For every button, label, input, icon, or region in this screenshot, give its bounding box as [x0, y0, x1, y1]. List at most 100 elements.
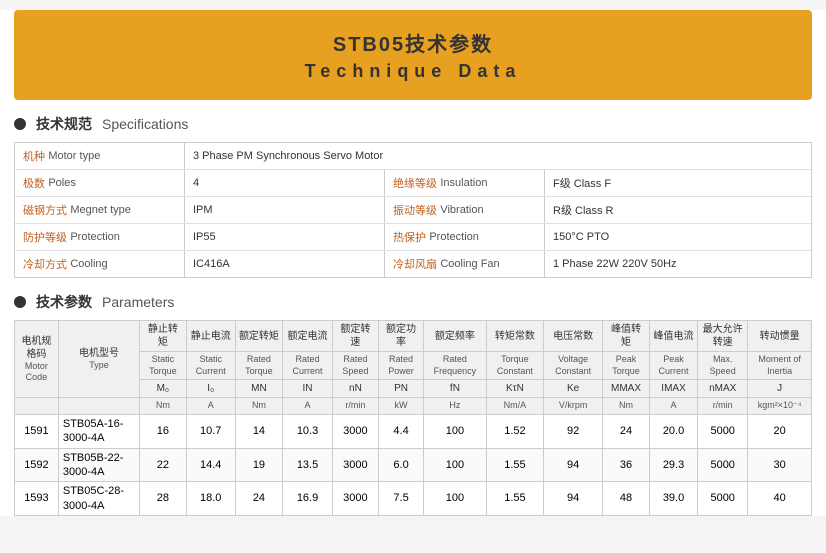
- bullet-icon-2: [14, 296, 26, 308]
- data-cell: 24: [603, 415, 650, 449]
- col-header-cn: 额定功率: [378, 321, 423, 352]
- spec-label: 磁钢方式 Megnet type: [15, 197, 185, 223]
- col-header-unit: Nm/A: [486, 398, 544, 415]
- data-cell: 20: [748, 415, 812, 449]
- params-table-container: 电机规格码Motor Code电机型号Type静止转矩静止电流额定转矩额定电流额…: [14, 320, 812, 516]
- data-cell: 1.52: [486, 415, 544, 449]
- col-header-en: Rated Frequency: [424, 352, 486, 380]
- col-header-unit: kW: [378, 398, 423, 415]
- data-cell: 13.5: [283, 448, 333, 482]
- motor-code-cell: 1591: [15, 415, 59, 449]
- col-header-sym: IMAX: [649, 380, 697, 398]
- data-cell: 48: [603, 482, 650, 516]
- data-cell: 100: [424, 482, 486, 516]
- spec-label: 冷却方式 Cooling: [15, 251, 185, 277]
- col-header-sym: M₀: [140, 380, 187, 398]
- data-cell: 94: [544, 448, 603, 482]
- col-header-sym: IN: [283, 380, 333, 398]
- motor-type-cell: STB05B-22-3000-4A: [58, 448, 139, 482]
- col-header-en: Moment of Inertia: [748, 352, 812, 380]
- data-cell: 6.0: [378, 448, 423, 482]
- data-cell: 28: [140, 482, 187, 516]
- col-header-sym: Ke: [544, 380, 603, 398]
- table-row: 1591STB05A-16-3000-4A1610.71410.330004.4…: [15, 415, 812, 449]
- spec-value: IP55: [185, 224, 385, 250]
- data-cell: 22: [140, 448, 187, 482]
- col-header-en: Static Current: [186, 352, 235, 380]
- data-cell: 39.0: [649, 482, 697, 516]
- spec-row: 磁钢方式 Megnet type IPM 振动等级 Vibration R级 C…: [15, 197, 811, 224]
- data-cell: 10.7: [186, 415, 235, 449]
- col-header-sym: I₀: [186, 380, 235, 398]
- motor-type-cell: STB05A-16-3000-4A: [58, 415, 139, 449]
- col-header-en: Rated Torque: [235, 352, 282, 380]
- col-header-cn: 转动惯量: [748, 321, 812, 352]
- data-cell: 24: [235, 482, 282, 516]
- col-header-cn: 额定转速: [332, 321, 378, 352]
- spec-label2: 冷却风扇 Cooling Fan: [385, 251, 545, 277]
- data-cell: 1.55: [486, 448, 544, 482]
- data-cell: 19: [235, 448, 282, 482]
- data-cell: 4.4: [378, 415, 423, 449]
- spec-label: 机种 Motor type: [15, 143, 185, 169]
- data-cell: 7.5: [378, 482, 423, 516]
- col-header-en: Rated Current: [283, 352, 333, 380]
- header-title-cn: STB05技术参数: [34, 28, 792, 57]
- spec-label2: 绝缘等级 Insulation: [385, 170, 545, 196]
- col-header-en: Torque Constant: [486, 352, 544, 380]
- col-header-unit: kgm²×10⁻⁴: [748, 398, 812, 415]
- col-header-sym: nMAX: [698, 380, 748, 398]
- col-header-en: Peak Torque: [603, 352, 650, 380]
- specs-title-en: Specifications: [102, 116, 188, 132]
- data-cell: 20.0: [649, 415, 697, 449]
- col-header-en: Max. Speed: [698, 352, 748, 380]
- spec-value-full: 3 Phase PM Synchronous Servo Motor: [185, 143, 811, 169]
- data-cell: 100: [424, 448, 486, 482]
- col-header-unit: A: [283, 398, 333, 415]
- col-header-en: Rated Power: [378, 352, 423, 380]
- page: STB05技术参数 Technique Data 技术规范 Specificat…: [0, 10, 826, 516]
- data-cell: 5000: [698, 415, 748, 449]
- col-header-en: Rated Speed: [332, 352, 378, 380]
- spec-value2: R级 Class R: [545, 197, 811, 223]
- bullet-icon: [14, 118, 26, 130]
- params-header-row1: 电机规格码Motor Code电机型号Type静止转矩静止电流额定转矩额定电流额…: [15, 321, 812, 352]
- col-header-unit: r/min: [698, 398, 748, 415]
- specs-section-header: 技术规范 Specifications: [14, 114, 812, 134]
- col-header-sym: J: [748, 380, 812, 398]
- spec-label2: 热保护 Protection: [385, 224, 545, 250]
- specs-title-cn: 技术规范: [36, 114, 92, 134]
- params-table: 电机规格码Motor Code电机型号Type静止转矩静止电流额定转矩额定电流额…: [14, 320, 812, 516]
- data-cell: 14.4: [186, 448, 235, 482]
- data-cell: 3000: [332, 448, 378, 482]
- col-header-cn: 峰值电流: [649, 321, 697, 352]
- table-row: 1592STB05B-22-3000-4A2214.41913.530006.0…: [15, 448, 812, 482]
- spec-row: 防护等级 Protection IP55 热保护 Protection 150°…: [15, 224, 811, 251]
- spec-row: 极数 Poles 4 绝缘等级 Insulation F级 Class F: [15, 170, 811, 197]
- spec-row: 冷却方式 Cooling IC416A 冷却风扇 Cooling Fan 1 P…: [15, 251, 811, 277]
- col-header-en: Peak Current: [649, 352, 697, 380]
- col-header-unit: Nm: [140, 398, 187, 415]
- params-header-row4: NmANmAr/minkWHzNm/AV/krpmNmAr/minkgm²×10…: [15, 398, 812, 415]
- data-cell: 5000: [698, 448, 748, 482]
- motor-type-cell: STB05C-28-3000-4A: [58, 482, 139, 516]
- col-header-unit: V/krpm: [544, 398, 603, 415]
- spec-label: 防护等级 Protection: [15, 224, 185, 250]
- spec-value: IC416A: [185, 251, 385, 277]
- motor-code-header: 电机规格码Motor Code: [15, 321, 59, 398]
- data-cell: 16.9: [283, 482, 333, 516]
- col-header-unit: Nm: [603, 398, 650, 415]
- col-header-en: Voltage Constant: [544, 352, 603, 380]
- motor-code-cell: 1593: [15, 482, 59, 516]
- data-cell: 16: [140, 415, 187, 449]
- col-header-unit: Hz: [424, 398, 486, 415]
- params-title-cn: 技术参数: [36, 292, 92, 312]
- data-cell: 30: [748, 448, 812, 482]
- col-header-sym: MMAX: [603, 380, 650, 398]
- data-cell: 5000: [698, 482, 748, 516]
- data-cell: 14: [235, 415, 282, 449]
- col-header-cn: 转矩常数: [486, 321, 544, 352]
- col-header-unit: A: [186, 398, 235, 415]
- data-cell: 100: [424, 415, 486, 449]
- data-cell: 94: [544, 482, 603, 516]
